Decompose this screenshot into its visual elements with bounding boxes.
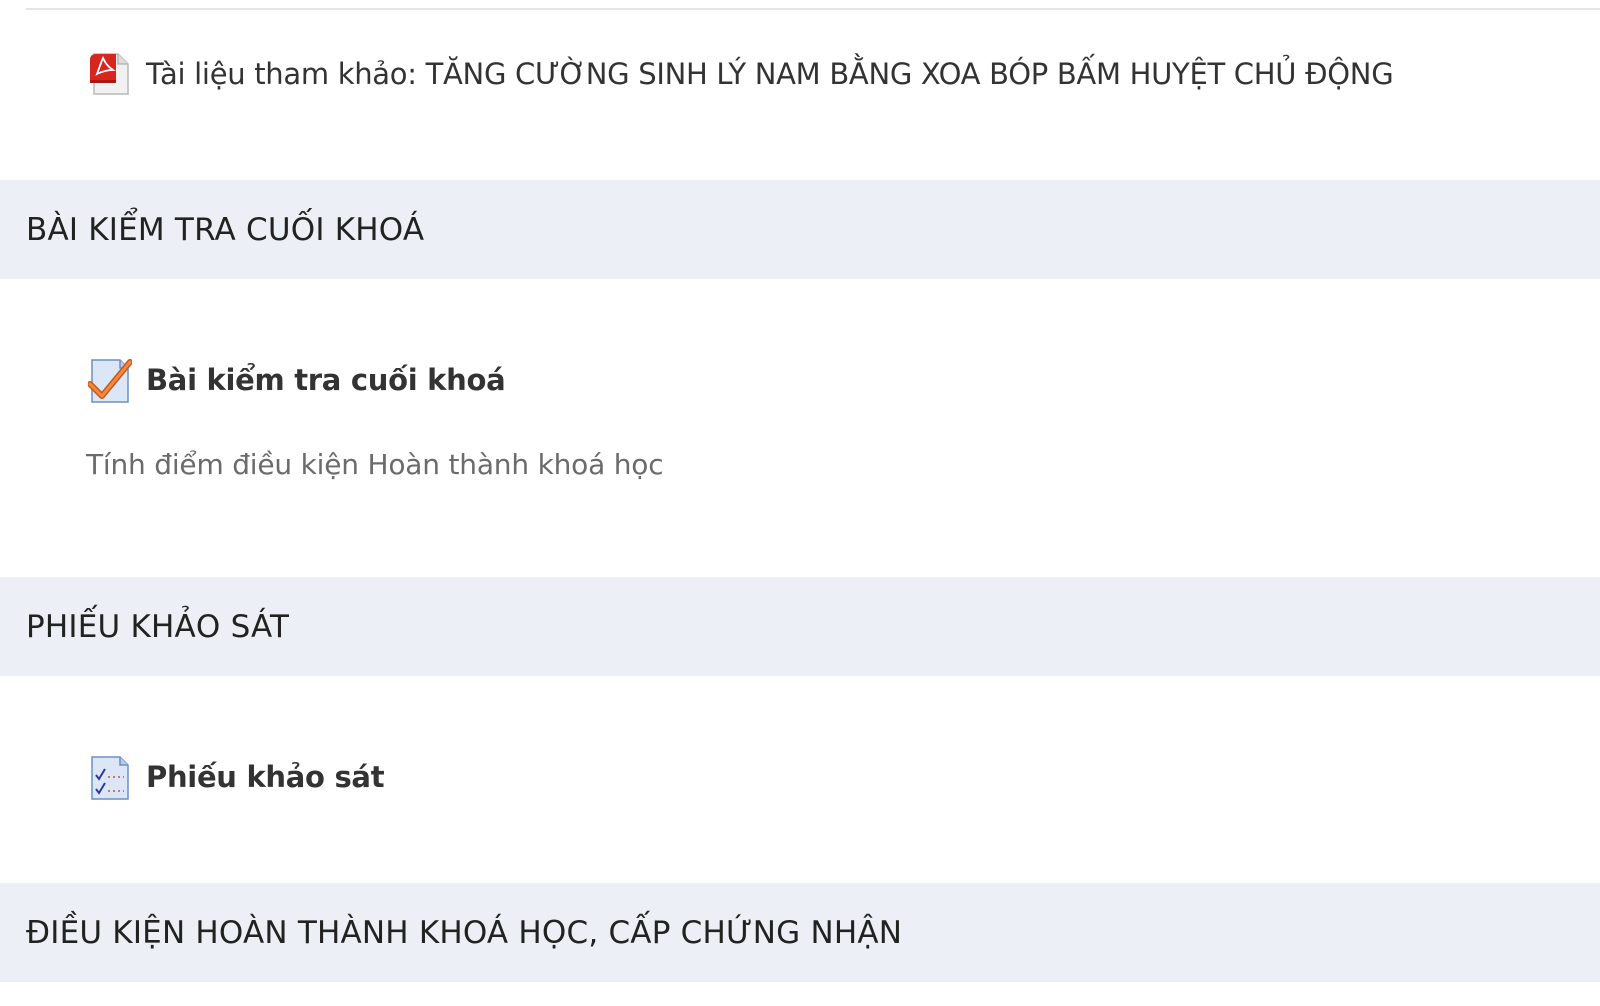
section-title: BÀI KIỂM TRA CUỐI KHOÁ bbox=[26, 211, 425, 248]
activity-link-feedback[interactable]: Phiếu khảo sát bbox=[88, 753, 385, 801]
section-header-survey: PHIẾU KHẢO SÁT bbox=[0, 577, 1600, 676]
pdf-icon bbox=[90, 53, 129, 95]
activity-title[interactable]: Phiếu khảo sát bbox=[146, 760, 385, 794]
section-header-completion: ĐIỀU KIỆN HOÀN THÀNH KHOÁ HỌC, CẤP CHỨNG… bbox=[0, 883, 1600, 982]
section-header-final-quiz: BÀI KIỂM TRA CUỐI KHOÁ bbox=[0, 180, 1600, 279]
activity-description: Tính điểm điều kiện Hoàn thành khoá học bbox=[86, 448, 664, 481]
resource-link-pdf[interactable]: Tài liệu tham khảo: TĂNG CƯỜNG SINH LÝ N… bbox=[88, 50, 1394, 98]
activity-link-quiz[interactable]: Bài kiểm tra cuối khoá bbox=[88, 356, 506, 404]
section-divider bbox=[26, 8, 1600, 10]
quiz-icon bbox=[88, 359, 132, 403]
activity-title[interactable]: Bài kiểm tra cuối khoá bbox=[146, 363, 506, 397]
feedback-icon bbox=[91, 756, 129, 800]
section-title: PHIẾU KHẢO SÁT bbox=[26, 608, 290, 645]
resource-title[interactable]: Tài liệu tham khảo: TĂNG CƯỜNG SINH LÝ N… bbox=[146, 57, 1394, 91]
section-title: ĐIỀU KIỆN HOÀN THÀNH KHOÁ HỌC, CẤP CHỨNG… bbox=[26, 914, 903, 951]
